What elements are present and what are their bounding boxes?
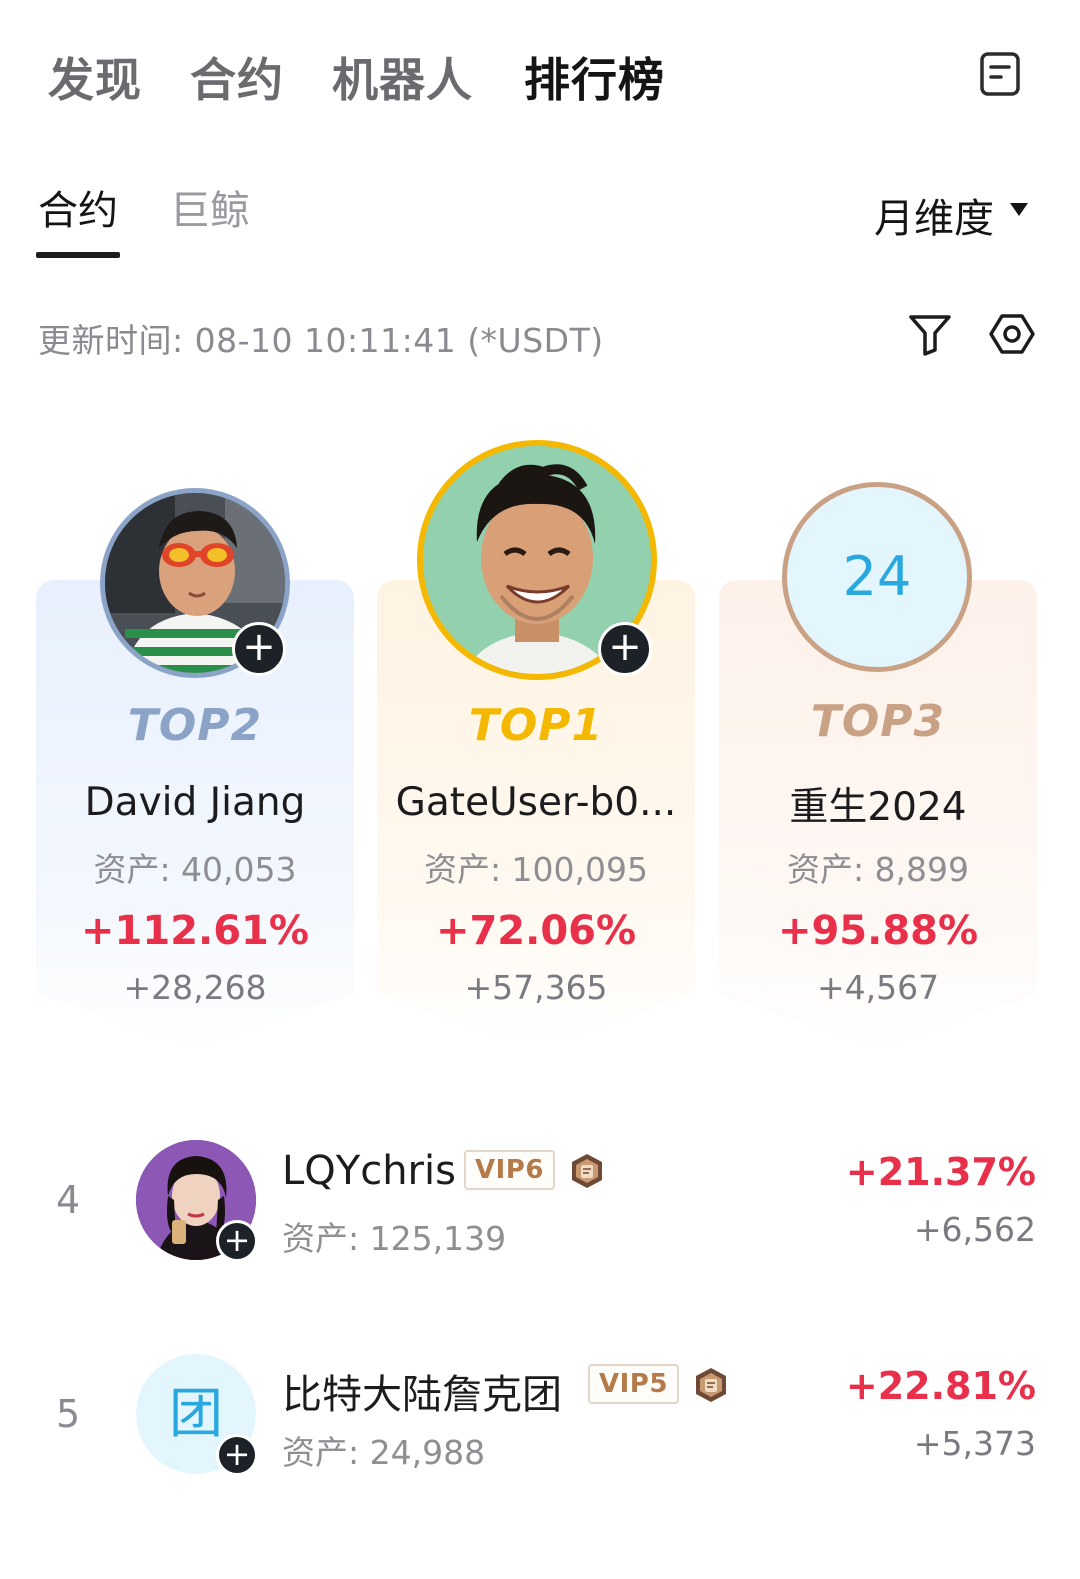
nav-tab-bot[interactable]: 机器人 — [332, 44, 473, 110]
follow-button[interactable]: + — [598, 622, 652, 676]
follow-button[interactable]: + — [216, 1434, 258, 1476]
user-assets: 资产: 24,988 — [282, 1433, 486, 1472]
profit-amount: +6,562 — [913, 1210, 1036, 1249]
rank-number: 4 — [56, 1178, 81, 1222]
user-assets: 资产: 100,095 — [423, 850, 649, 889]
settings-icon[interactable] — [988, 310, 1036, 358]
profit-amount: +28,268 — [123, 968, 267, 1007]
subtab-whale[interactable]: 巨鲸 — [170, 178, 250, 236]
list-item[interactable]: 5 团 + 比特大陆詹克团 VIP5 资产: 24,988 +22.81% +5… — [0, 1338, 1080, 1488]
update-time: 更新时间: 08-10 10:11:41 (*USDT) — [38, 321, 604, 360]
follow-button[interactable]: + — [216, 1220, 258, 1262]
caret-down-icon[interactable] — [1010, 203, 1028, 216]
user-name[interactable]: LQYchris — [282, 1148, 456, 1194]
medal-icon — [568, 1152, 606, 1190]
profit-amount: +5,373 — [913, 1424, 1036, 1463]
vip-badge: VIP6 — [464, 1150, 555, 1190]
filter-icon[interactable] — [906, 310, 954, 358]
follow-button[interactable]: + — [232, 622, 286, 676]
vip-badge: VIP5 — [588, 1364, 679, 1404]
list-item[interactable]: 4 + LQYchris VIP6 资产: 125,139 +21.37% +6… — [0, 1124, 1080, 1274]
nav-tab-leaderboard[interactable]: 排行榜 — [524, 44, 665, 110]
nav-tab-contract[interactable]: 合约 — [190, 44, 284, 110]
rank-label: TOP2 — [127, 700, 263, 751]
rank-label: TOP3 — [810, 696, 946, 747]
user-name[interactable]: 比特大陆詹克团 — [282, 1362, 562, 1420]
user-assets: 资产: 40,053 — [93, 850, 297, 889]
user-name[interactable]: GateUser-b0... — [377, 780, 695, 825]
nav-tab-discover[interactable]: 发现 — [48, 44, 142, 110]
top-navigation: 发现 合约 机器人 排行榜 — [0, 0, 1080, 150]
rank-number: 5 — [56, 1392, 81, 1436]
document-icon[interactable] — [976, 50, 1024, 98]
profit-percent: +21.37% — [845, 1150, 1036, 1194]
subtab-contract[interactable]: 合约 — [38, 178, 118, 236]
profit-amount: +57,365 — [464, 968, 608, 1007]
active-subtab-indicator — [36, 252, 120, 258]
rank-label: TOP1 — [468, 700, 604, 751]
user-assets: 资产: 125,139 — [282, 1219, 507, 1258]
profit-percent: +22.81% — [845, 1364, 1036, 1408]
avatar[interactable]: 24 — [782, 482, 972, 672]
medal-icon — [692, 1366, 730, 1404]
profit-percent: +72.06% — [435, 908, 637, 954]
user-name[interactable]: 重生2024 — [719, 776, 1037, 832]
profit-percent: +95.88% — [777, 908, 979, 954]
user-assets: 资产: 8,899 — [786, 850, 970, 889]
profit-percent: +112.61% — [81, 908, 309, 954]
period-dropdown[interactable]: 月维度 — [874, 186, 994, 244]
user-name[interactable]: David Jiang — [36, 780, 354, 825]
profit-amount: +4,567 — [816, 968, 940, 1007]
